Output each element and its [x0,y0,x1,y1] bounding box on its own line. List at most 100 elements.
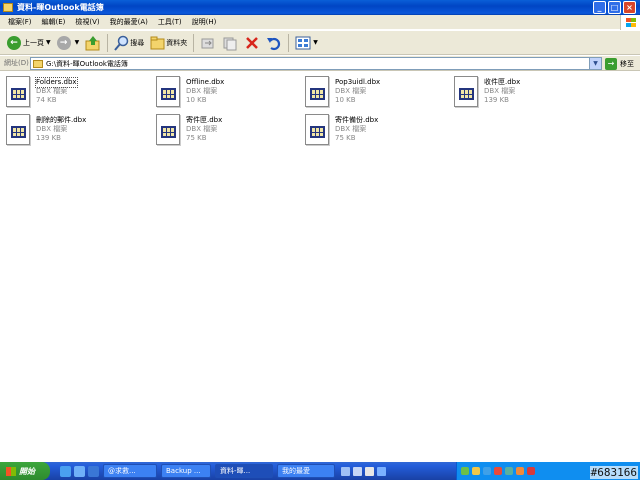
folder-icon [33,59,43,68]
tray-icon[interactable] [516,467,524,475]
start-button[interactable]: 開始 [0,462,50,480]
file-type: DBX 檔案 [335,87,367,95]
forward-button[interactable]: → ▼ [54,33,83,53]
app-icon[interactable] [377,466,386,476]
back-arrow-icon: ← [7,35,21,50]
taskbar-button[interactable]: @求救... [103,464,157,478]
folders-icon [150,36,165,49]
menu-file[interactable]: 檔案(F) [3,17,37,27]
address-input[interactable]: G:\資料-暉Outlook電話簿 ▼ [30,57,602,70]
delete-icon [246,36,259,49]
go-button[interactable]: → 移至 [605,57,634,70]
address-label: 網址(D) [4,59,29,67]
menu-help[interactable]: 說明(H) [187,17,222,27]
file-name: 寄件備份.dbx [335,116,379,124]
search-icon [114,35,129,51]
file-size: 139 KB [36,134,61,142]
folders-button[interactable]: 資料夾 [147,33,190,53]
file-name: Offline.dbx [186,78,225,86]
title-bar: 資料-暉Outlook電話簿 _ □ × [0,0,640,15]
file-item[interactable]: Folders.dbx DBX 檔案 74 KB [0,74,148,112]
taskbar-button[interactable]: 我的最愛 [277,464,335,478]
file-type: DBX 檔案 [335,125,367,133]
menu-view[interactable]: 檢視(V) [70,17,104,27]
help-icon[interactable] [365,466,374,476]
file-size: 10 KB [186,96,207,104]
dbx-file-icon [6,114,32,146]
toolbar-separator [193,33,195,52]
tray-icon[interactable] [461,467,469,475]
chevron-down-icon: ▼ [313,39,318,46]
up-folder-button[interactable] [82,33,104,53]
move-to-icon [201,38,214,48]
task-label: 資料-暉... [220,467,251,475]
window-title: 資料-暉Outlook電話簿 [17,3,104,12]
tray-icon[interactable] [505,467,513,475]
go-arrow-icon: → [605,57,617,70]
file-name: Pop3uidl.dbx [335,78,381,86]
taskbar-button[interactable]: 資料-暉... [215,464,273,478]
file-item[interactable]: Pop3uidl.dbx DBX 檔案 10 KB [299,74,447,112]
tray-icon[interactable] [483,467,491,475]
file-size: 75 KB [186,134,207,142]
menu-edit[interactable]: 編輯(E) [37,17,71,27]
file-size: 75 KB [335,134,356,142]
up-folder-icon [85,35,100,50]
media-player-icon[interactable] [88,465,99,477]
back-button[interactable]: ← 上一頁 ▼ [4,33,54,53]
file-item[interactable]: 刪除的郵件.dbx DBX 檔案 139 KB [0,112,148,150]
search-button[interactable]: 搜尋 [111,33,147,53]
file-size: 139 KB [484,96,509,104]
watermark-text: #683166 [589,466,638,479]
dbx-file-icon [305,114,331,146]
minimize-button[interactable]: _ [593,1,606,14]
task-label: Backup ... [166,467,201,475]
menu-tools[interactable]: 工具(T) [153,17,187,27]
start-label: 開始 [19,466,35,476]
delete-button[interactable] [241,33,263,53]
taskbar: 開始 @求救... Backup ... 資料-暉... 我的最愛 #68316… [0,462,640,480]
menu-bar: 檔案(F) 編輯(E) 檢視(V) 我的最愛(A) 工具(T) 說明(H) [0,15,640,30]
dbx-file-icon [305,76,331,108]
app-icon[interactable] [341,466,350,476]
file-item[interactable]: 寄件備份.dbx DBX 檔案 75 KB [299,112,447,150]
views-icon [295,36,311,49]
undo-icon [267,37,281,50]
file-list[interactable]: Folders.dbx DBX 檔案 74 KB Offline.dbx DBX… [0,72,640,462]
app-icon[interactable] [353,466,362,476]
file-size: 74 KB [36,96,57,104]
taskbar-button[interactable]: Backup ... [161,464,211,478]
file-type: DBX 檔案 [186,125,218,133]
file-item[interactable]: 收件匣.dbx DBX 檔案 139 KB [448,74,596,112]
folders-label: 資料夾 [166,38,188,47]
dbx-file-icon [454,76,480,108]
file-item[interactable]: Offline.dbx DBX 檔案 10 KB [150,74,298,112]
file-item[interactable]: 寄件匣.dbx DBX 檔案 75 KB [150,112,298,150]
close-button[interactable]: × [623,1,636,14]
undo-button[interactable] [263,33,285,53]
file-type: DBX 檔案 [484,87,516,95]
file-name: 刪除的郵件.dbx [36,116,87,124]
maximize-button[interactable]: □ [608,1,621,14]
tray-icon[interactable] [494,467,502,475]
move-to-button[interactable] [197,33,219,53]
views-button[interactable]: ▼ [292,33,321,53]
file-name: 收件匣.dbx [484,78,521,86]
tray-icon[interactable] [472,467,480,475]
copy-to-button[interactable] [219,33,241,53]
ie-icon[interactable] [60,465,71,477]
dbx-file-icon [156,114,182,146]
chevron-down-icon[interactable]: ▼ [589,58,601,69]
menu-favorites[interactable]: 我的最愛(A) [105,17,153,27]
toolbar-separator [107,33,109,52]
tray-icon[interactable] [527,467,535,475]
address-path: G:\資料-暉Outlook電話簿 [46,59,128,68]
outlook-icon[interactable] [74,465,85,477]
file-type: DBX 檔案 [36,125,68,133]
file-name: Folders.dbx [35,77,78,88]
back-label: 上一頁 [23,38,44,47]
toolbar: ← 上一頁 ▼ → ▼ 搜尋 資料夾 ▼ [0,31,640,55]
toolbar-separator [288,33,290,52]
file-name: 寄件匣.dbx [186,116,223,124]
chevron-down-icon: ▼ [74,39,80,46]
